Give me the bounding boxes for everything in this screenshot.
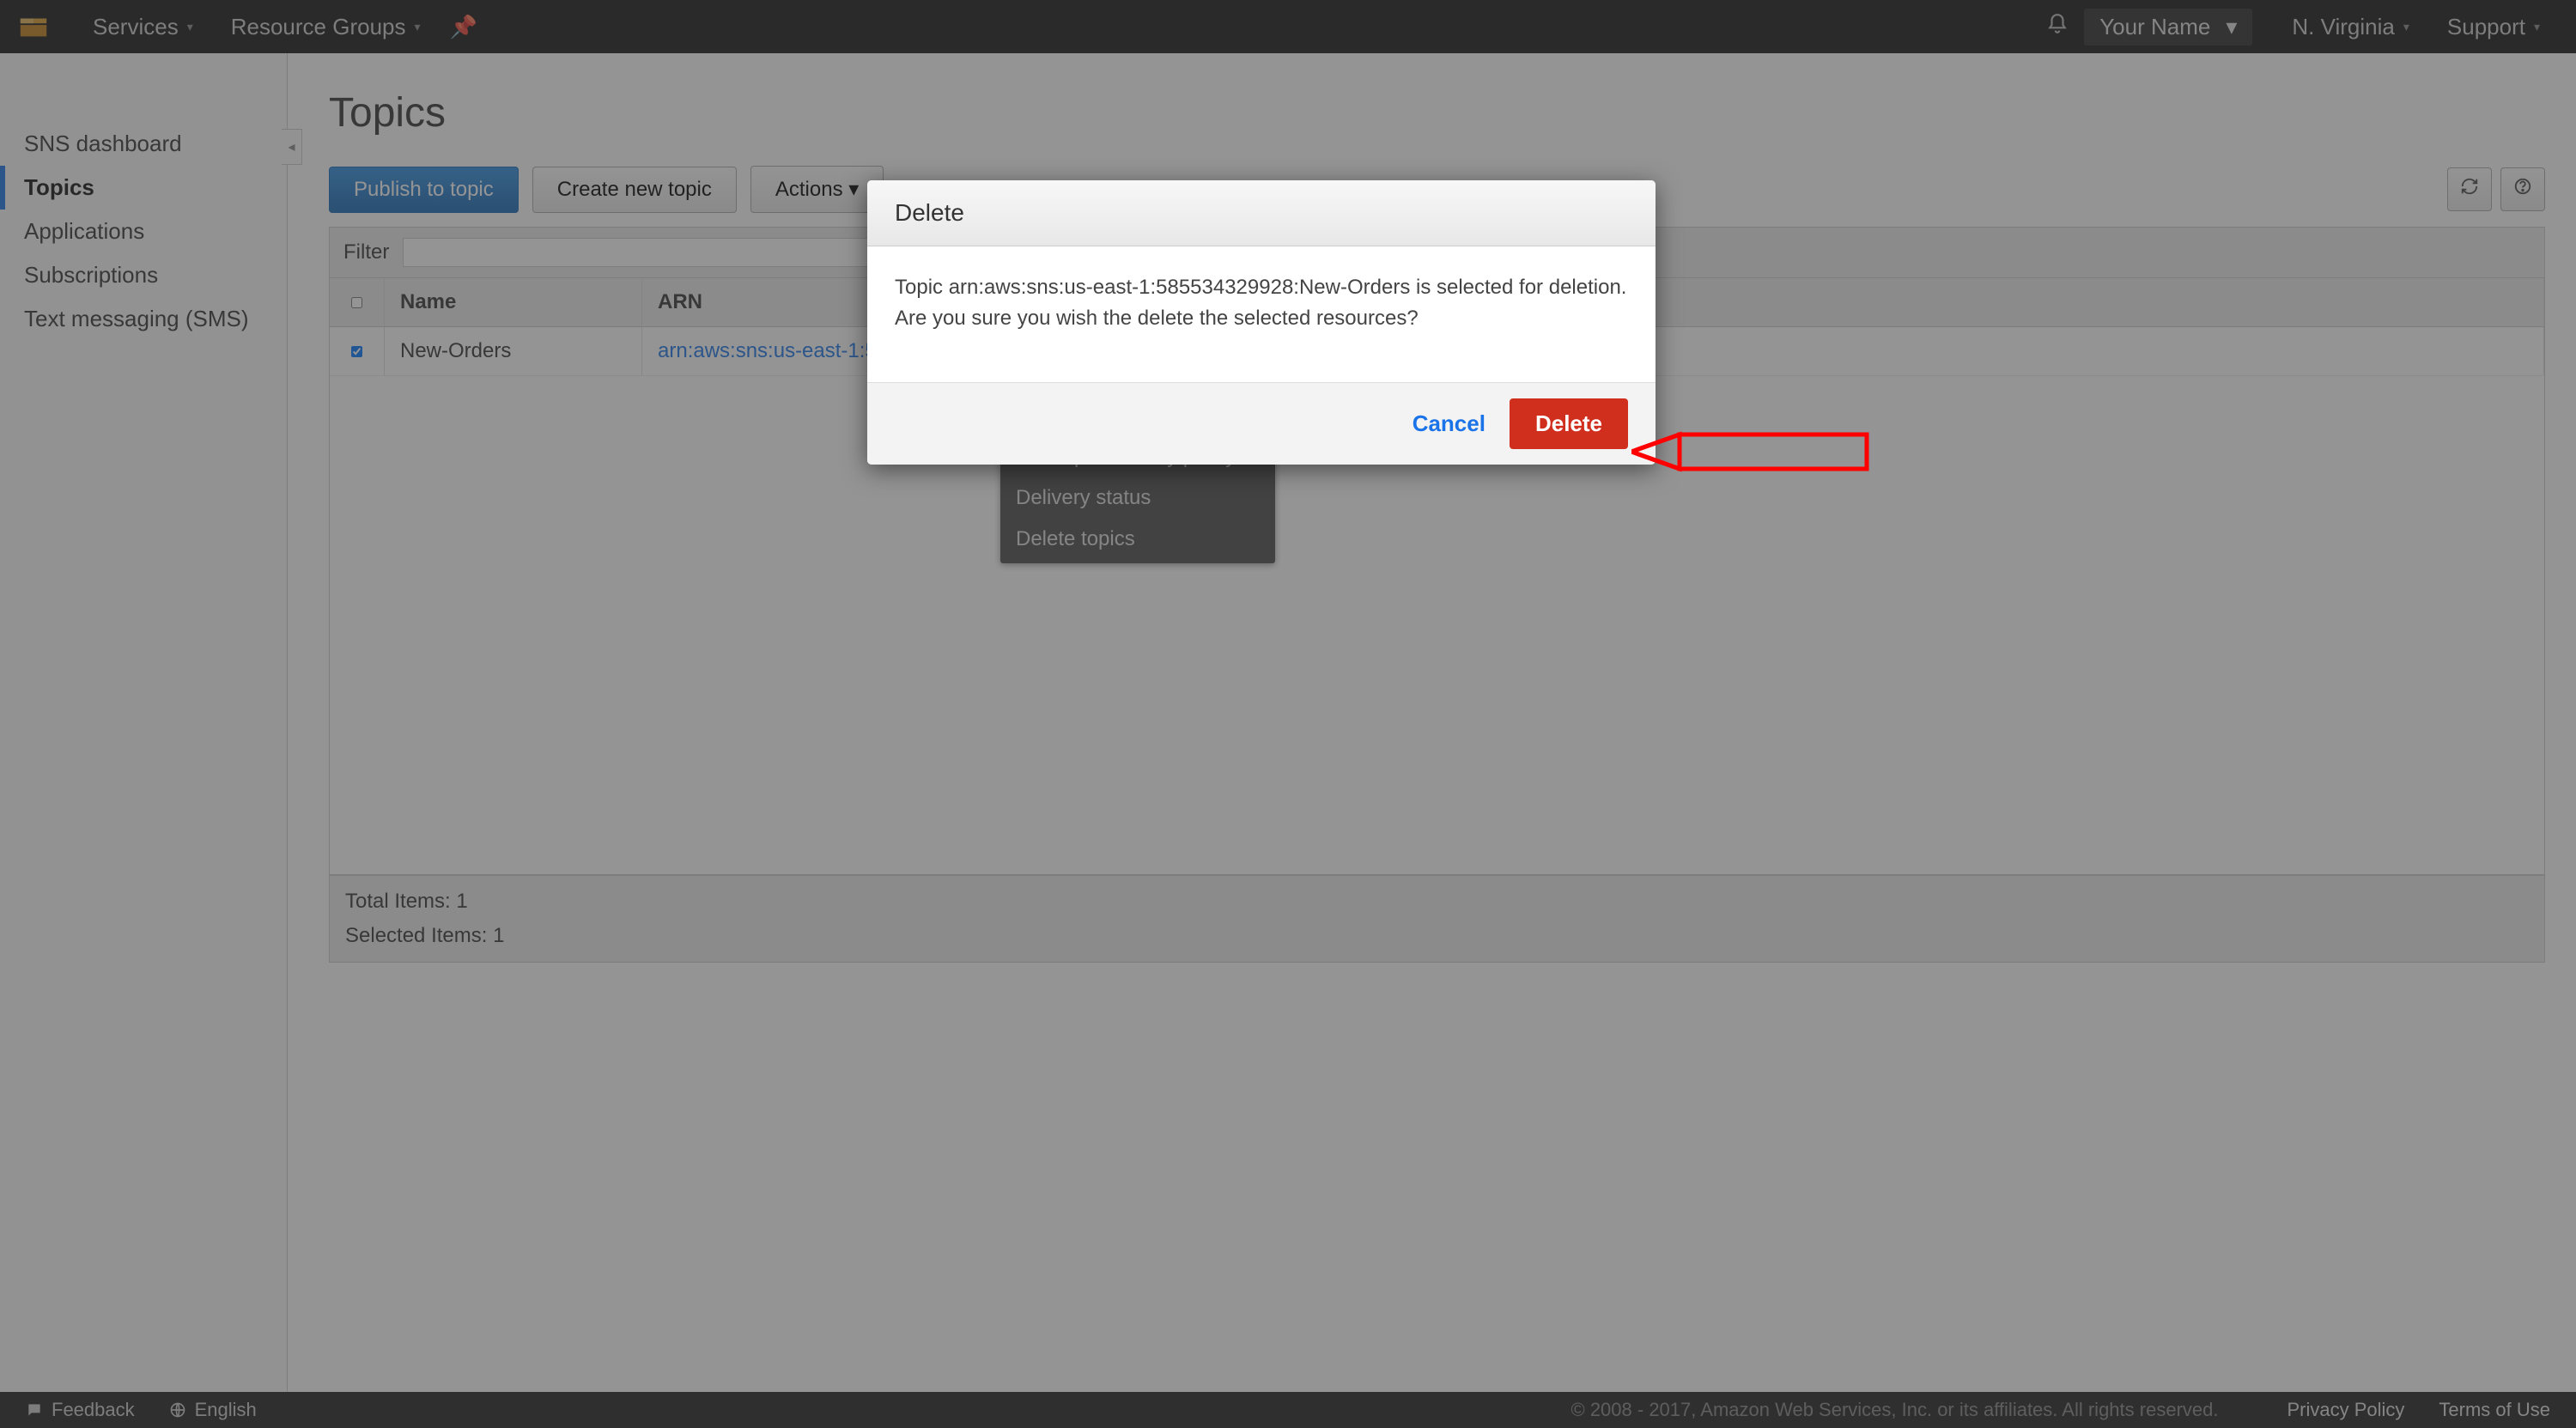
delete-button[interactable]: Delete	[1510, 398, 1628, 449]
modal-title: Delete	[867, 180, 1656, 246]
delete-confirm-modal: Delete Topic arn:aws:sns:us-east-1:58553…	[867, 180, 1656, 465]
cancel-button[interactable]: Cancel	[1413, 410, 1485, 437]
annotation-arrow-icon	[1631, 429, 1872, 481]
modal-body-text: Topic arn:aws:sns:us-east-1:585534329928…	[867, 246, 1656, 382]
modal-footer: Cancel Delete	[867, 382, 1656, 465]
